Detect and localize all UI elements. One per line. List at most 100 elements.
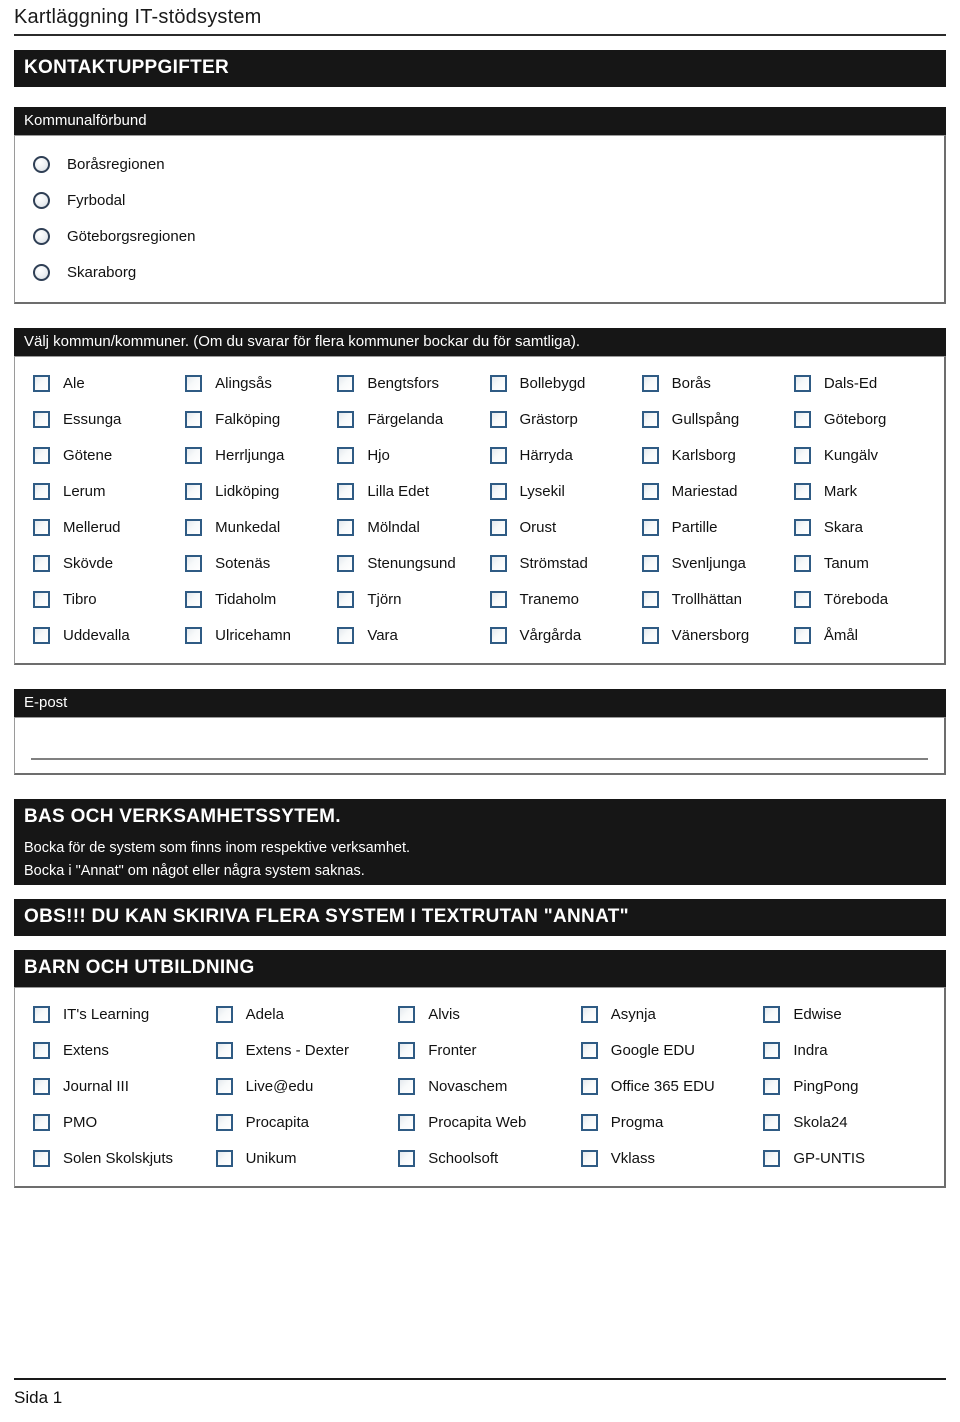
checkbox-icon[interactable] bbox=[337, 482, 355, 500]
checkbox-municipality-orust[interactable]: Orust bbox=[480, 509, 632, 545]
checkbox-icon[interactable] bbox=[763, 1005, 781, 1023]
checkbox-icon[interactable] bbox=[398, 1149, 416, 1167]
checkbox-icon[interactable] bbox=[489, 554, 507, 572]
checkbox-municipality-tanum[interactable]: Tanum bbox=[784, 545, 936, 581]
checkbox-icon[interactable] bbox=[580, 1149, 598, 1167]
checkbox-municipality-toreboda[interactable]: Töreboda bbox=[784, 581, 936, 617]
checkbox-icon[interactable] bbox=[215, 1077, 233, 1095]
radio-icon[interactable] bbox=[33, 155, 50, 173]
checkbox-municipality-vanersborg[interactable]: Vänersborg bbox=[632, 617, 784, 653]
checkbox-icon[interactable] bbox=[793, 374, 811, 392]
checkbox-education-unikum[interactable]: Unikum bbox=[206, 1140, 389, 1176]
radio-option-skaraborg[interactable]: Skaraborg bbox=[23, 254, 936, 290]
checkbox-education-live-edu[interactable]: Live@edu bbox=[206, 1068, 389, 1104]
checkbox-icon[interactable] bbox=[641, 410, 659, 428]
checkbox-icon[interactable] bbox=[580, 1005, 598, 1023]
checkbox-icon[interactable] bbox=[215, 1149, 233, 1167]
checkbox-municipality-mark[interactable]: Mark bbox=[784, 473, 936, 509]
checkbox-municipality-harryda[interactable]: Härryda bbox=[480, 437, 632, 473]
checkbox-education-skola24[interactable]: Skola24 bbox=[753, 1104, 936, 1140]
checkbox-icon[interactable] bbox=[33, 1149, 50, 1167]
radio-icon[interactable] bbox=[33, 227, 50, 245]
checkbox-icon[interactable] bbox=[185, 374, 203, 392]
checkbox-icon[interactable] bbox=[185, 482, 203, 500]
checkbox-municipality-dals-ed[interactable]: Dals-Ed bbox=[784, 365, 936, 401]
checkbox-municipality-uddevalla[interactable]: Uddevalla bbox=[23, 617, 175, 653]
checkbox-icon[interactable] bbox=[185, 410, 203, 428]
checkbox-icon[interactable] bbox=[489, 590, 507, 608]
checkbox-icon[interactable] bbox=[33, 446, 50, 464]
checkbox-icon[interactable] bbox=[215, 1113, 233, 1131]
checkbox-municipality-svenljunga[interactable]: Svenljunga bbox=[632, 545, 784, 581]
checkbox-icon[interactable] bbox=[641, 554, 659, 572]
checkbox-education-it-s-learning[interactable]: IT's Learning bbox=[23, 996, 206, 1032]
radio-option-fyrbodal[interactable]: Fyrbodal bbox=[23, 182, 936, 218]
checkbox-municipality-stromstad[interactable]: Strömstad bbox=[480, 545, 632, 581]
checkbox-icon[interactable] bbox=[489, 374, 507, 392]
checkbox-municipality-gotene[interactable]: Götene bbox=[23, 437, 175, 473]
checkbox-icon[interactable] bbox=[337, 554, 355, 572]
checkbox-municipality-trollhattan[interactable]: Trollhättan bbox=[632, 581, 784, 617]
checkbox-icon[interactable] bbox=[33, 410, 50, 428]
checkbox-icon[interactable] bbox=[398, 1113, 416, 1131]
checkbox-municipality-vargarda[interactable]: Vårgårda bbox=[480, 617, 632, 653]
checkbox-education-extens[interactable]: Extens bbox=[23, 1032, 206, 1068]
checkbox-municipality-munkedal[interactable]: Munkedal bbox=[175, 509, 327, 545]
checkbox-education-alvis[interactable]: Alvis bbox=[388, 996, 571, 1032]
checkbox-municipality-lidkoping[interactable]: Lidköping bbox=[175, 473, 327, 509]
checkbox-icon[interactable] bbox=[641, 446, 659, 464]
checkbox-icon[interactable] bbox=[793, 410, 811, 428]
checkbox-icon[interactable] bbox=[33, 590, 50, 608]
checkbox-icon[interactable] bbox=[398, 1077, 416, 1095]
checkbox-municipality-molndal[interactable]: Mölndal bbox=[327, 509, 479, 545]
checkbox-municipality-sotenas[interactable]: Sotenäs bbox=[175, 545, 327, 581]
checkbox-municipality-tibro[interactable]: Tibro bbox=[23, 581, 175, 617]
checkbox-icon[interactable] bbox=[641, 374, 659, 392]
checkbox-icon[interactable] bbox=[489, 518, 507, 536]
checkbox-icon[interactable] bbox=[33, 1041, 50, 1059]
checkbox-icon[interactable] bbox=[793, 518, 811, 536]
checkbox-icon[interactable] bbox=[185, 554, 203, 572]
radio-icon[interactable] bbox=[33, 263, 50, 281]
checkbox-icon[interactable] bbox=[33, 1113, 50, 1131]
checkbox-icon[interactable] bbox=[337, 446, 355, 464]
checkbox-municipality-karlsborg[interactable]: Karlsborg bbox=[632, 437, 784, 473]
checkbox-municipality-stenungsund[interactable]: Stenungsund bbox=[327, 545, 479, 581]
checkbox-municipality-herrljunga[interactable]: Herrljunga bbox=[175, 437, 327, 473]
checkbox-education-edwise[interactable]: Edwise bbox=[753, 996, 936, 1032]
checkbox-icon[interactable] bbox=[580, 1041, 598, 1059]
checkbox-education-pmo[interactable]: PMO bbox=[23, 1104, 206, 1140]
checkbox-icon[interactable] bbox=[641, 482, 659, 500]
checkbox-municipality-bengtsfors[interactable]: Bengtsfors bbox=[327, 365, 479, 401]
checkbox-icon[interactable] bbox=[489, 446, 507, 464]
checkbox-icon[interactable] bbox=[489, 482, 507, 500]
checkbox-icon[interactable] bbox=[641, 518, 659, 536]
checkbox-icon[interactable] bbox=[641, 626, 659, 644]
radio-icon[interactable] bbox=[33, 191, 50, 209]
checkbox-education-vklass[interactable]: Vklass bbox=[571, 1140, 754, 1176]
checkbox-education-pingpong[interactable]: PingPong bbox=[753, 1068, 936, 1104]
checkbox-municipality-ale[interactable]: Ale bbox=[23, 365, 175, 401]
checkbox-icon[interactable] bbox=[398, 1041, 416, 1059]
email-input[interactable] bbox=[31, 726, 928, 760]
checkbox-education-office-365-edu[interactable]: Office 365 EDU bbox=[571, 1068, 754, 1104]
checkbox-icon[interactable] bbox=[580, 1077, 598, 1095]
checkbox-icon[interactable] bbox=[185, 590, 203, 608]
checkbox-education-schoolsoft[interactable]: Schoolsoft bbox=[388, 1140, 571, 1176]
checkbox-municipality-tidaholm[interactable]: Tidaholm bbox=[175, 581, 327, 617]
checkbox-icon[interactable] bbox=[215, 1005, 233, 1023]
checkbox-municipality-skara[interactable]: Skara bbox=[784, 509, 936, 545]
checkbox-icon[interactable] bbox=[33, 626, 50, 644]
checkbox-icon[interactable] bbox=[185, 518, 203, 536]
checkbox-icon[interactable] bbox=[337, 626, 355, 644]
checkbox-municipality-tranemo[interactable]: Tranemo bbox=[480, 581, 632, 617]
checkbox-icon[interactable] bbox=[793, 554, 811, 572]
checkbox-icon[interactable] bbox=[337, 374, 355, 392]
checkbox-icon[interactable] bbox=[185, 446, 203, 464]
checkbox-municipality-mariestad[interactable]: Mariestad bbox=[632, 473, 784, 509]
checkbox-municipality-kungalv[interactable]: Kungälv bbox=[784, 437, 936, 473]
checkbox-icon[interactable] bbox=[489, 410, 507, 428]
checkbox-icon[interactable] bbox=[33, 374, 50, 392]
checkbox-education-procapita[interactable]: Procapita bbox=[206, 1104, 389, 1140]
checkbox-icon[interactable] bbox=[793, 482, 811, 500]
